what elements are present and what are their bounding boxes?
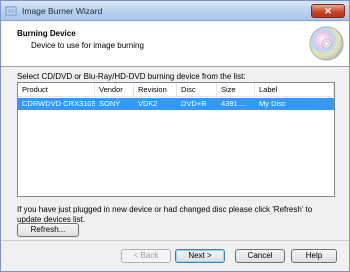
- column-product[interactable]: Product: [18, 83, 95, 97]
- back-button[interactable]: < Back: [121, 249, 171, 263]
- refresh-info-text: If you have just plugged in new device o…: [17, 205, 313, 224]
- disc-icon: [309, 26, 344, 61]
- cell-product: CDRWDVD CRX310S: [22, 99, 95, 108]
- window-title: Image Burner Wizard: [22, 6, 103, 16]
- device-row[interactable]: CDRWDVD CRX310S SONY VDK2 DVD+R 4391....…: [18, 98, 334, 110]
- cell-vendor: SONY: [99, 99, 121, 108]
- next-button[interactable]: Next >: [175, 249, 225, 263]
- column-disc[interactable]: Disc: [177, 83, 217, 97]
- wizard-header: Burning Device Device to use for image b…: [1, 22, 349, 67]
- footer-divider: [1, 240, 349, 241]
- cancel-button[interactable]: Cancel: [235, 249, 285, 263]
- device-list-header: Product Vendor Revision Disc Size Label: [18, 83, 334, 97]
- app-icon: [5, 6, 17, 16]
- page-subtitle: Device to use for image burning: [31, 41, 144, 50]
- cell-revision: VDK2: [138, 99, 158, 108]
- column-revision[interactable]: Revision: [134, 83, 177, 97]
- help-button[interactable]: Help: [291, 249, 337, 263]
- cell-size: 4391....: [221, 99, 247, 108]
- column-vendor[interactable]: Vendor: [95, 83, 134, 97]
- column-size[interactable]: Size: [217, 83, 255, 97]
- title-bar[interactable]: Image Burner Wizard ✕: [1, 1, 349, 21]
- close-button[interactable]: ✕: [311, 4, 345, 18]
- cell-label: My Disc: [259, 99, 286, 108]
- wizard-window: Image Burner Wizard ✕ Burning Device Dev…: [0, 0, 350, 272]
- column-label[interactable]: Label: [255, 83, 334, 97]
- page-title: Burning Device: [17, 29, 76, 38]
- cell-disc: DVD+R: [181, 99, 207, 108]
- refresh-button[interactable]: Refresh...: [17, 223, 79, 237]
- device-list[interactable]: Product Vendor Revision Disc Size Label …: [17, 82, 335, 197]
- device-list-label: Select CD/DVD or Blu-Ray/HD-DVD burning …: [17, 72, 246, 81]
- close-icon: ✕: [324, 6, 332, 16]
